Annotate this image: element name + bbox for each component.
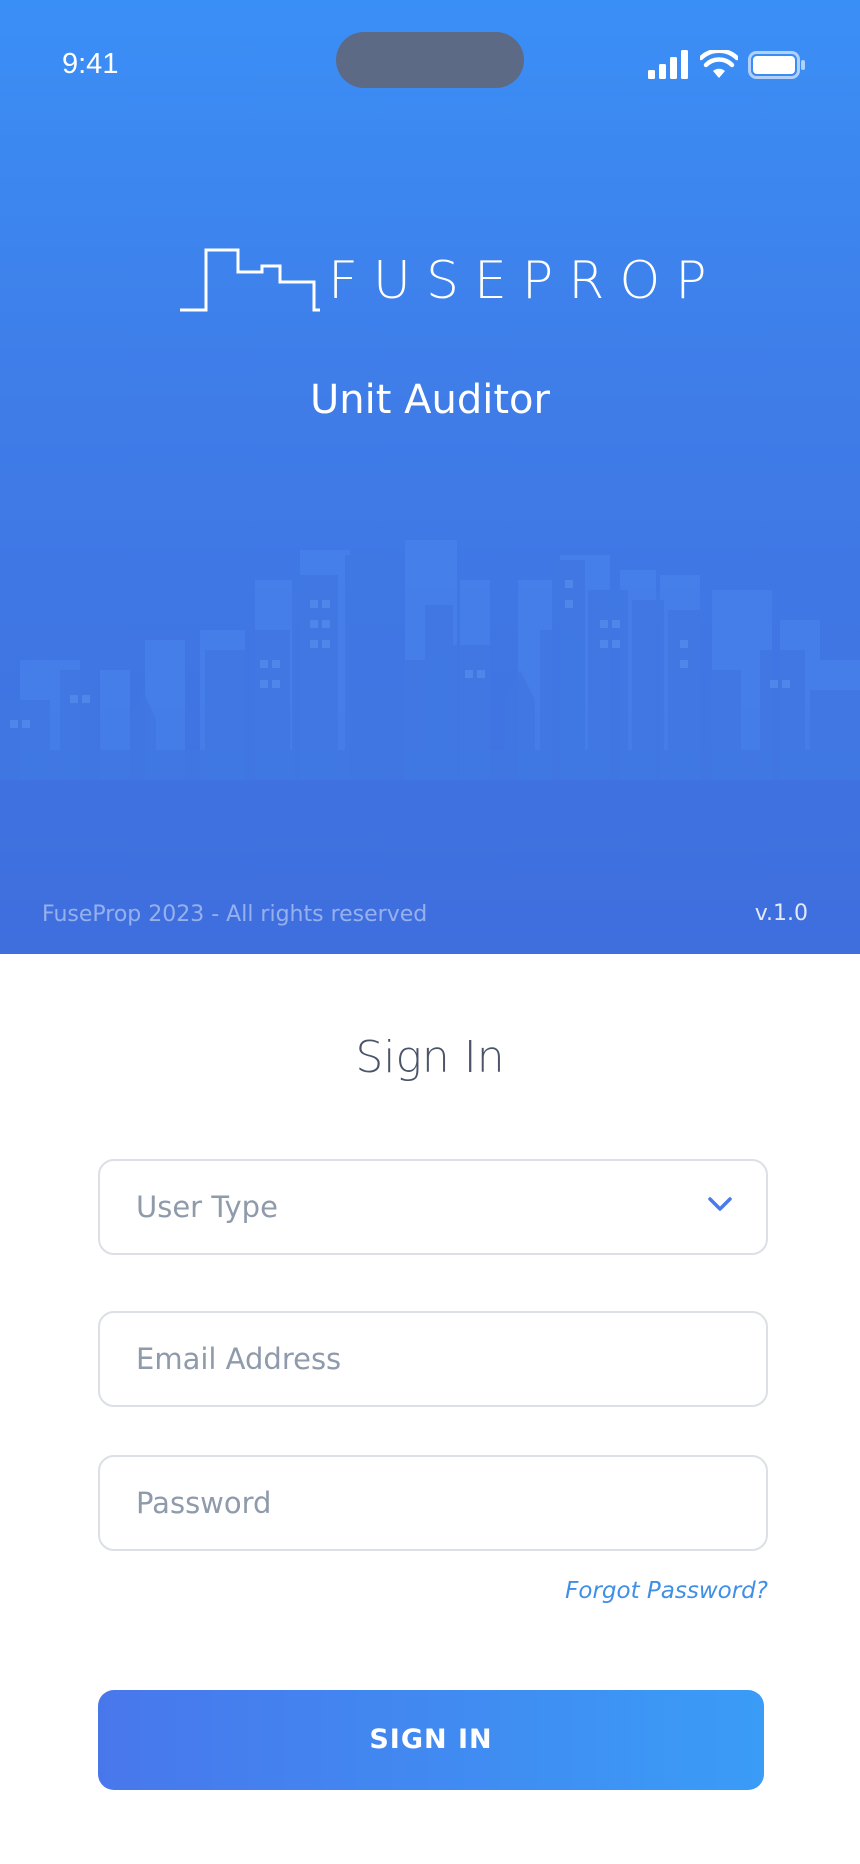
user-type-placeholder: User Type (136, 1190, 278, 1224)
email-placeholder: Email Address (136, 1342, 342, 1376)
sign-in-button[interactable]: SIGN IN (98, 1690, 764, 1790)
brand-logo: FUSEPROP (180, 248, 707, 312)
password-placeholder: Password (136, 1486, 272, 1520)
hero-banner: 9:41 FUSEPROP Unit Auditor FuseProp 2023… (0, 0, 860, 954)
email-field[interactable]: Email Address (98, 1311, 768, 1407)
status-time: 9:41 (62, 48, 119, 80)
copyright-text: FuseProp 2023 - All rights reserved (42, 902, 428, 927)
user-type-select[interactable]: User Type (98, 1159, 768, 1255)
skyline-logo-icon (180, 248, 320, 312)
sign-in-heading: Sign In (355, 1032, 505, 1083)
logo-wordmark: FUSEPROP (328, 251, 722, 311)
signal-icon (648, 50, 688, 79)
dynamic-island (336, 32, 524, 88)
battery-icon (748, 51, 805, 79)
status-icons (648, 50, 808, 80)
wifi-icon (700, 50, 738, 78)
app-name: Unit Auditor (310, 377, 550, 423)
forgot-password-link[interactable]: Forgot Password? (565, 1578, 768, 1604)
password-field[interactable]: Password (98, 1455, 768, 1551)
chevron-down-icon (708, 1197, 732, 1211)
version-label: v.1.0 (754, 901, 808, 926)
city-skyline-graphic (0, 540, 860, 780)
